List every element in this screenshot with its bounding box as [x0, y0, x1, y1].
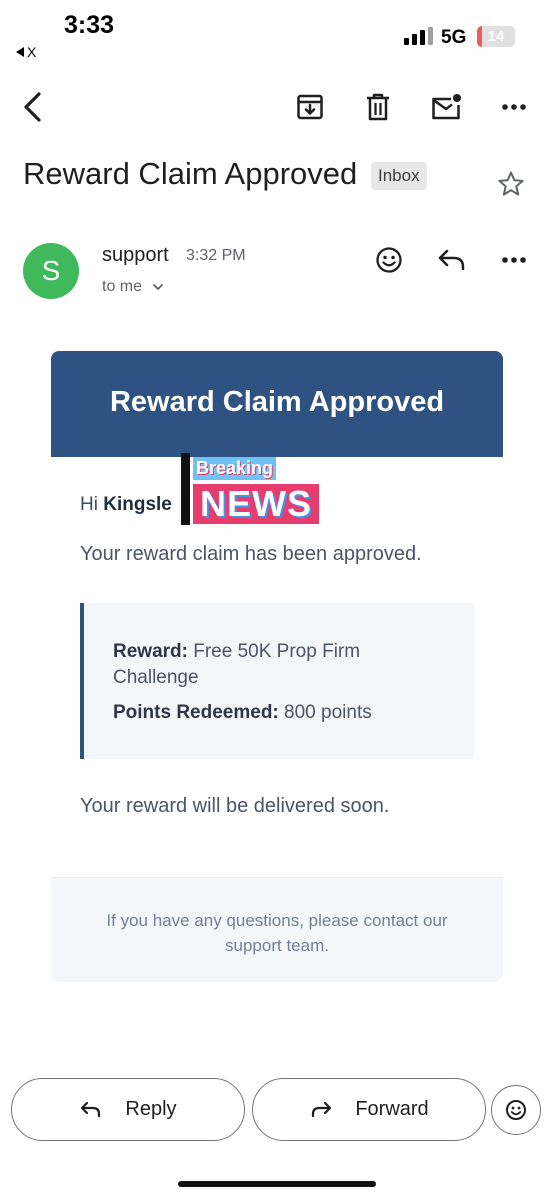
sticker-bar	[181, 453, 190, 525]
back-button[interactable]	[6, 80, 58, 134]
smiley-icon	[376, 247, 402, 273]
archive-button[interactable]	[284, 80, 336, 134]
email-footer: If you have any questions, please contac…	[51, 877, 503, 982]
sent-time: 3:32 PM	[186, 247, 246, 264]
reward-details-box: Reward: Free 50K Prop Firm Challenge Poi…	[80, 603, 474, 759]
reward-line: Reward: Free 50K Prop Firm Challenge	[113, 639, 443, 691]
message-more-button[interactable]	[492, 240, 536, 280]
points-line: Points Redeemed: 800 points	[113, 700, 372, 726]
sender-name[interactable]: support	[102, 244, 169, 267]
battery-icon: 14	[477, 26, 515, 47]
sender-avatar[interactable]: S	[23, 243, 79, 299]
chevron-down-icon	[153, 284, 163, 290]
approved-message: Your reward claim has been approved.	[80, 543, 422, 565]
reward-label: Reward:	[113, 641, 188, 662]
forward-label: Forward	[355, 1098, 429, 1120]
mark-unread-icon	[432, 94, 461, 120]
recipient-label: to me	[102, 278, 143, 295]
emoji-reaction-button[interactable]	[491, 1085, 541, 1135]
email-banner: Reward Claim Approved	[51, 351, 503, 457]
forward-pill-button[interactable]: Forward	[252, 1078, 486, 1141]
status-bar: 3:33 X 5G 14	[0, 0, 554, 66]
mark-unread-button[interactable]	[420, 80, 472, 134]
footer-text: If you have any questions, please contac…	[106, 911, 448, 955]
network-type: 5G	[441, 27, 467, 48]
reply-pill-button[interactable]: Reply	[11, 1078, 245, 1141]
toolbar	[0, 80, 554, 136]
reply-icon	[438, 249, 465, 271]
forward-icon	[312, 1101, 332, 1117]
email-subject: Reward Claim Approved	[23, 156, 358, 191]
news-text: NEWS	[193, 484, 319, 524]
back-triangle-icon	[16, 47, 24, 57]
status-time: 3:33	[64, 11, 115, 39]
star-button[interactable]	[492, 165, 530, 203]
more-horiz-icon	[502, 104, 526, 110]
home-indicator[interactable]	[178, 1181, 376, 1187]
battery-percent: 14	[487, 28, 505, 45]
star-icon	[498, 171, 524, 196]
greeting: Hi Kingsle	[80, 494, 172, 516]
greeting-prefix: Hi	[80, 494, 98, 515]
breaking-text: Breaking	[193, 457, 277, 480]
points-value: 800 points	[284, 702, 372, 723]
reply-icon	[81, 1101, 101, 1117]
inbox-label-chip[interactable]: Inbox	[371, 162, 427, 190]
recipient-name: Kingsle	[103, 494, 172, 515]
points-label: Points Redeemed:	[113, 702, 279, 723]
email-banner-title: Reward Claim Approved	[109, 386, 445, 418]
back-to-app[interactable]: X	[16, 44, 36, 60]
back-app-label: X	[27, 44, 37, 60]
reply-button[interactable]	[430, 240, 474, 280]
trash-icon	[367, 93, 389, 121]
delete-button[interactable]	[352, 80, 404, 134]
back-arrow-icon	[24, 92, 41, 122]
add-reaction-button[interactable]	[367, 240, 411, 280]
archive-icon	[297, 94, 323, 120]
more-options-button[interactable]	[488, 80, 540, 134]
reply-label: Reply	[125, 1098, 177, 1120]
smiley-icon	[506, 1100, 526, 1120]
more-horiz-icon	[502, 257, 526, 263]
delivery-message: Your reward will be delivered soon.	[80, 795, 390, 817]
signal-icon	[404, 27, 433, 45]
breaking-news-sticker: Breaking NEWS	[181, 453, 323, 525]
recipient-details[interactable]: to me	[102, 278, 164, 296]
